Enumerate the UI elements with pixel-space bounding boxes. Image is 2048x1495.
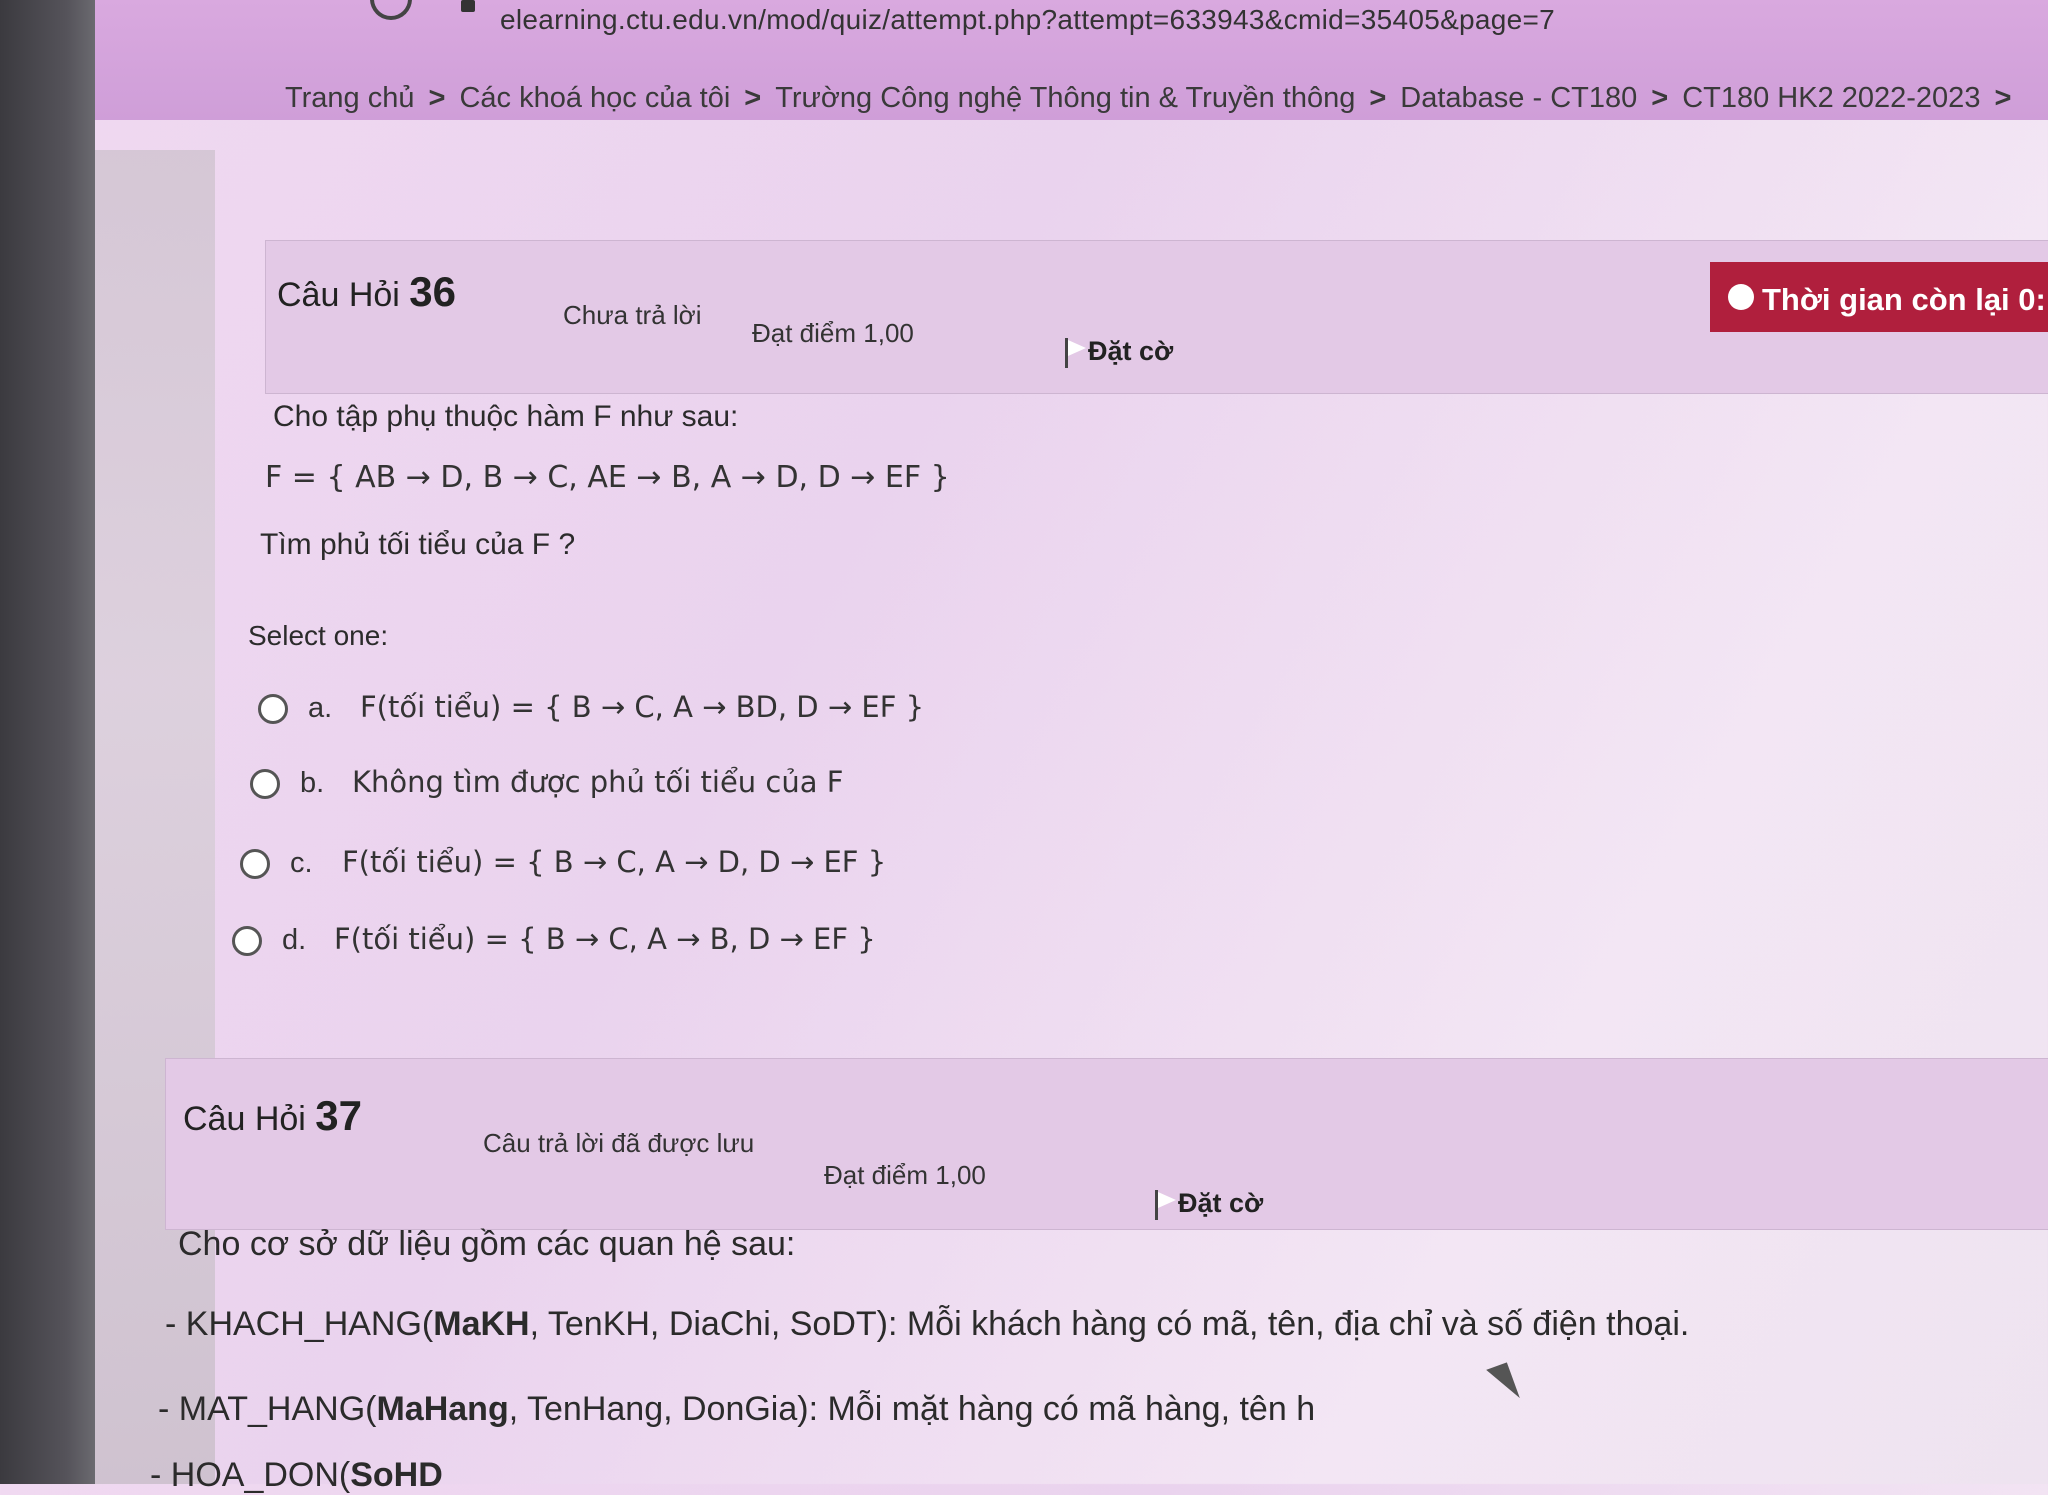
flag-icon bbox=[1155, 1189, 1176, 1220]
reload-icon[interactable] bbox=[370, 0, 412, 20]
answer-option-d[interactable]: d. F(tối tiểu) = { B → C, A → B, D → EF } bbox=[232, 922, 876, 957]
question-36-intro: Cho tập phụ thuộc hàm F như sau: bbox=[273, 400, 739, 433]
chevron-right-icon: > bbox=[1369, 82, 1387, 114]
radio-button[interactable] bbox=[250, 769, 280, 800]
select-one-label: Select one: bbox=[248, 620, 389, 651]
breadcrumb-item-my-courses[interactable]: Các khoá học của tôi bbox=[459, 82, 730, 114]
question-36-title: Câu Hỏi 36 bbox=[277, 268, 457, 315]
breadcrumb-item-home[interactable]: Trang chủ bbox=[285, 82, 415, 114]
chevron-right-icon: > bbox=[428, 82, 446, 114]
answer-option-b[interactable]: b. Không tìm được phủ tối tiểu của F bbox=[250, 765, 843, 800]
flag-icon bbox=[1065, 337, 1086, 368]
background-image bbox=[95, 150, 215, 1484]
breadcrumb-item-course[interactable]: Database - CT180 bbox=[1400, 82, 1637, 114]
monitor-bezel bbox=[0, 0, 95, 1484]
question-37-title: Câu Hỏi 37 bbox=[183, 1092, 363, 1139]
relation-hoa-don: - HOA_DON(SoHD bbox=[150, 1456, 443, 1494]
radio-button[interactable] bbox=[232, 926, 262, 957]
radio-button[interactable] bbox=[240, 849, 270, 880]
question-37-header bbox=[165, 1058, 2048, 1230]
breadcrumb-item-term[interactable]: CT180 HK2 2022-2023 bbox=[1682, 82, 1980, 114]
clock-icon bbox=[1728, 284, 1754, 310]
relation-mat-hang: - MAT_HANG(MaHang, TenHang, DonGia): Mỗi… bbox=[158, 1390, 1316, 1428]
relation-khach-hang: - KHACH_HANG(MaKH, TenKH, DiaChi, SoDT):… bbox=[165, 1305, 1690, 1343]
question-36-state: Chưa trả lời bbox=[563, 300, 702, 330]
lock-icon bbox=[461, 0, 475, 12]
question-36-flag-button[interactable]: Đặt cờ bbox=[1065, 336, 1173, 368]
chevron-right-icon: > bbox=[744, 82, 762, 114]
chevron-right-icon: > bbox=[1994, 82, 2012, 114]
question-37-intro: Cho cơ sở dữ liệu gồm các quan hệ sau: bbox=[178, 1225, 796, 1263]
answer-option-c[interactable]: c. F(tối tiểu) = { B → C, A → D, D → EF } bbox=[240, 845, 886, 880]
mouse-cursor-icon bbox=[1486, 1362, 1520, 1406]
question-37-state: Câu trả lời đã được lưu bbox=[483, 1128, 755, 1158]
breadcrumb-item-school[interactable]: Trường Công nghệ Thông tin & Truyền thôn… bbox=[775, 82, 1355, 114]
chevron-right-icon: > bbox=[1651, 82, 1669, 114]
time-remaining-badge: Thời gian còn lại 0: bbox=[1710, 262, 2048, 332]
answer-option-a[interactable]: a. F(tối tiểu) = { B → C, A → BD, D → EF … bbox=[258, 690, 924, 725]
question-37-grade: Đạt điểm 1,00 bbox=[824, 1160, 986, 1190]
radio-button[interactable] bbox=[258, 694, 288, 725]
breadcrumb: Trang chủ > Các khoá học của tôi > Trường Cô… bbox=[285, 82, 2025, 115]
question-37-flag-button[interactable]: Đặt cờ bbox=[1155, 1188, 1263, 1220]
question-36-grade: Đạt điểm 1,00 bbox=[752, 318, 914, 348]
question-36-formula: F = { AB → D, B → C, AE → B, A → D, D → … bbox=[265, 460, 950, 495]
question-36-prompt: Tìm phủ tối tiểu của F ? bbox=[260, 528, 576, 561]
url-text[interactable]: elearning.ctu.edu.vn/mod/quiz/attempt.ph… bbox=[500, 4, 1555, 36]
